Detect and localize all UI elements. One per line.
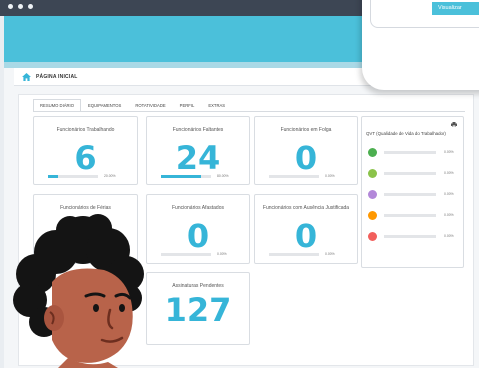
qvt-value: 0.00%: [444, 150, 454, 154]
window-dots: [8, 4, 33, 9]
progress-bar: [48, 175, 98, 178]
qvt-value: 0.00%: [444, 234, 454, 238]
window-dot[interactable]: [8, 4, 13, 9]
card-value: 24: [175, 139, 221, 177]
qvt-row: 0.00%: [368, 211, 460, 221]
qvt-title: QVT (Qualidade de Vida do Trabalhador): [366, 131, 446, 136]
home-icon[interactable]: [22, 72, 31, 81]
card-title: Funcionários Trabalhando: [56, 127, 115, 133]
very-sad-face-icon: [368, 232, 377, 241]
card-trabalhando[interactable]: Funcionários Trabalhando 6 20.00%: [33, 116, 138, 185]
qvt-value: 0.00%: [444, 171, 454, 175]
card-percent: 0.00%: [217, 252, 227, 256]
card-afastados[interactable]: Funcionários Afastados 0 0.00%: [146, 194, 250, 264]
card-percent: 20.00%: [104, 174, 116, 178]
qvt-row: 0.00%: [368, 232, 460, 242]
progress-bar: [269, 175, 319, 178]
qvt-bar: [384, 193, 436, 196]
very-happy-face-icon: [368, 148, 377, 157]
card-percent: 0.00%: [325, 174, 335, 178]
card-value: 6: [74, 139, 97, 177]
progress-bar: [161, 175, 211, 178]
neutral-face-icon: [368, 190, 377, 199]
card-percent: 0.00%: [325, 252, 335, 256]
qvt-bar: [384, 235, 436, 238]
tab-divider: [33, 111, 465, 112]
card-value: 127: [164, 291, 232, 329]
tab-rotatividade[interactable]: ROTATIVIDADE: [128, 99, 172, 111]
card-value: 0: [186, 217, 210, 255]
progress-fill: [161, 175, 201, 178]
person-illustration: [13, 214, 144, 368]
progress-fill: [48, 175, 58, 178]
qvt-row: 0.00%: [368, 148, 460, 158]
sad-face-icon: [368, 211, 377, 220]
card-percent: 80.00%: [217, 174, 229, 178]
card-faltantes[interactable]: Funcionários Faltantes 24 80.00%: [146, 116, 250, 185]
card-value: 0: [294, 217, 318, 255]
visualizar-button[interactable]: Visualizar: [432, 2, 479, 15]
card-ausencia-justificada[interactable]: Funcionários com Ausência Justificada 0 …: [254, 194, 358, 264]
card-folga[interactable]: Funcionários em Folga 0 0.00%: [254, 116, 358, 185]
qvt-value: 0.00%: [444, 213, 454, 217]
page-title: PÁGINA INICIAL: [36, 73, 78, 80]
qvt-bar: [384, 214, 436, 217]
card-title: Funcionários Faltantes: [172, 127, 224, 133]
card-title: Funcionários em Folga: [280, 127, 332, 133]
qvt-bar: [384, 172, 436, 175]
card-value: 0: [294, 139, 318, 177]
progress-bar: [269, 253, 319, 256]
tab-extras[interactable]: EXTRAS: [201, 99, 232, 111]
print-icon[interactable]: [451, 122, 457, 127]
window-dot[interactable]: [18, 4, 23, 9]
qvt-row: 0.00%: [368, 190, 460, 200]
card-title: Assinaturas Pendentes: [172, 283, 224, 289]
tab-perfil[interactable]: PERFIL: [173, 99, 202, 111]
card-title: Funcionários Afastados: [172, 205, 224, 211]
tab-equipamentos[interactable]: EQUIPAMENTOS: [81, 99, 128, 111]
qvt-card: QVT (Qualidade de Vida do Trabalhador) 0…: [361, 116, 464, 268]
qvt-value: 0.00%: [444, 192, 454, 196]
card-title: Funcionários de Férias: [60, 205, 111, 211]
happy-face-icon: [368, 169, 377, 178]
card-title: Funcionários com Ausência Justificada: [262, 205, 350, 211]
window-dot[interactable]: [28, 4, 33, 9]
qvt-row: 0.00%: [368, 169, 460, 179]
tab-resumo-diario[interactable]: RESUMO DIÁRIO: [33, 99, 81, 111]
progress-bar: [161, 253, 211, 256]
card-assinaturas-pendentes[interactable]: Assinaturas Pendentes 127: [146, 272, 250, 345]
qvt-bar: [384, 151, 436, 154]
